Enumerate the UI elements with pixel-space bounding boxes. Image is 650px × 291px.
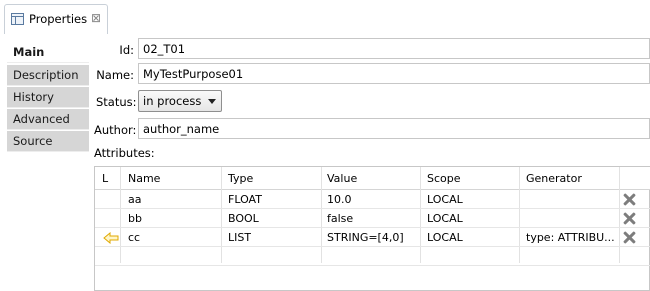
name-field[interactable]: MyTestPurpose01 [138, 63, 650, 84]
attributes-table: L Name Type Value Scope Generator aa FLO… [94, 166, 650, 291]
properties-tab[interactable]: Properties ⊠ [4, 4, 108, 34]
cell-name: bb [128, 212, 142, 225]
cell-scope: LOCAL [427, 231, 463, 244]
id-field[interactable]: 02_T01 [138, 38, 650, 59]
arrow-left-icon[interactable] [103, 232, 119, 244]
tab-title: Properties [29, 12, 88, 26]
sidebar-item-advanced[interactable]: Advanced [7, 109, 89, 130]
author-field[interactable]: author_name [138, 118, 650, 139]
cell-value: false [327, 212, 354, 225]
author-label: Author: [94, 123, 137, 137]
sidebar-item-description[interactable]: Description [7, 65, 89, 86]
cell-name: aa [128, 193, 142, 206]
table-row-empty[interactable] [95, 248, 650, 266]
cell-value: 10.0 [327, 193, 352, 206]
cell-type: BOOL [228, 212, 259, 225]
attributes-label: Attributes: [94, 146, 155, 160]
column-header-value[interactable]: Value [327, 172, 357, 185]
column-header-l[interactable]: L [102, 172, 108, 185]
view-tab-bar: Properties ⊠ [0, 0, 650, 37]
delete-icon[interactable] [623, 193, 636, 206]
delete-icon[interactable] [623, 212, 636, 225]
table-row[interactable]: aa FLOAT 10.0 LOCAL [95, 191, 650, 209]
cell-type: FLOAT [228, 193, 262, 206]
cell-type: LIST [228, 231, 252, 244]
status-label: Status: [96, 95, 137, 109]
cell-name: cc [128, 231, 141, 244]
delete-icon[interactable] [623, 231, 636, 244]
column-header-generator[interactable]: Generator [526, 172, 582, 185]
status-value: in process [143, 94, 202, 108]
column-header-name[interactable]: Name [128, 172, 160, 185]
cell-generator: type: ATTRIBU... [526, 231, 615, 244]
table-row[interactable]: cc LIST STRING=[4,0] LOCAL type: ATTRIBU… [95, 229, 650, 247]
table-header: L Name Type Value Scope Generator [95, 167, 650, 190]
column-header-type[interactable]: Type [228, 172, 253, 185]
column-header-scope[interactable]: Scope [427, 172, 461, 185]
cell-scope: LOCAL [427, 193, 463, 206]
table-row[interactable]: bb BOOL false LOCAL [95, 210, 650, 228]
close-icon[interactable]: ⊠ [91, 11, 101, 25]
chevron-down-icon [208, 99, 216, 104]
sidebar-item-source[interactable]: Source [7, 131, 89, 152]
id-label: Id: [119, 43, 134, 57]
sidebar-item-main[interactable]: Main [7, 37, 89, 63]
sidebar: Main Description History Advanced Source [7, 37, 89, 291]
name-label: Name: [96, 68, 134, 82]
cell-value: STRING=[4,0] [327, 231, 404, 244]
status-select[interactable]: in process [138, 90, 222, 112]
cell-scope: LOCAL [427, 212, 463, 225]
properties-icon [11, 13, 24, 25]
sidebar-item-history[interactable]: History [7, 87, 89, 108]
